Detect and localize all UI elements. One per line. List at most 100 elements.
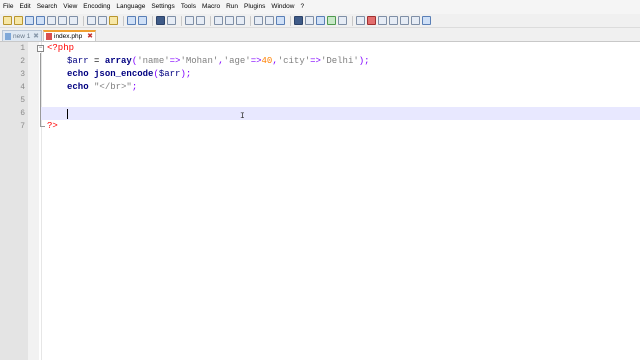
doc-switcher-icon[interactable] — [338, 16, 347, 25]
tab-label: new 1 — [13, 32, 31, 40]
cut-icon[interactable] — [87, 16, 96, 25]
monitoring-icon[interactable] — [327, 16, 336, 25]
menu-view[interactable]: View — [60, 0, 80, 14]
close-file-icon[interactable] — [47, 16, 56, 25]
keyword: echo — [67, 82, 89, 92]
file-icon — [5, 32, 11, 40]
run-macro-multiple-icon[interactable] — [400, 16, 409, 25]
fold-toggle-icon[interactable]: − — [37, 45, 44, 52]
language-icon[interactable] — [276, 16, 285, 25]
indent-guide-icon[interactable] — [265, 16, 274, 25]
line-content: echo "</br>"; — [67, 81, 137, 94]
line-content: $arr = array('name'=>'Mohan','age'=>40,'… — [67, 55, 370, 68]
text-caret — [67, 109, 68, 119]
menu-tools[interactable]: Tools — [178, 0, 199, 14]
semicolon: ; — [131, 82, 138, 92]
string-literal: "</br>" — [94, 82, 132, 92]
macro-icon[interactable] — [356, 16, 365, 25]
open-file-icon[interactable] — [14, 16, 23, 25]
sync-horizontal-icon[interactable] — [225, 16, 234, 25]
tab-new-1[interactable]: new 1 ✖ — [2, 30, 42, 41]
menu-edit[interactable]: Edit — [16, 0, 33, 14]
save-macro-icon[interactable] — [411, 16, 420, 25]
line-number: 1 — [20, 44, 25, 53]
line-number: 5 — [20, 96, 25, 105]
modified-file-icon — [46, 33, 52, 40]
string-literal: 'city' — [277, 56, 311, 66]
number-literal: 40 — [261, 56, 273, 66]
new-file-icon[interactable] — [3, 16, 12, 25]
tab-index-php[interactable]: index.php ✖ — [43, 30, 96, 41]
code-line: 5 — [0, 94, 640, 107]
folder-as-workspace-icon[interactable] — [316, 16, 325, 25]
menu-run[interactable]: Run — [223, 0, 241, 14]
menu-help[interactable]: ? — [297, 0, 307, 14]
arrow-op: => — [169, 56, 181, 66]
sync-vertical-icon[interactable] — [214, 16, 223, 25]
menu-macro[interactable]: Macro — [199, 0, 223, 14]
menu-file[interactable]: File — [0, 0, 16, 14]
string-literal: 'Mohan' — [180, 56, 219, 66]
string-literal: 'age' — [223, 56, 251, 66]
close-all-icon[interactable] — [58, 16, 67, 25]
record-macro-icon[interactable] — [367, 16, 376, 25]
save-icon[interactable] — [25, 16, 34, 25]
paren: ); — [358, 56, 370, 66]
tab-label: index.php — [54, 33, 83, 40]
redo-icon[interactable] — [138, 16, 147, 25]
line-number: 2 — [20, 57, 25, 66]
menu-language[interactable]: Language — [113, 0, 148, 14]
function-list-icon[interactable] — [305, 16, 314, 25]
save-all-icon[interactable] — [36, 16, 45, 25]
paste-icon[interactable] — [109, 16, 118, 25]
function-name: array — [104, 56, 132, 66]
variable: $arr — [158, 69, 181, 79]
code-line: 7 ?> — [0, 120, 640, 133]
string-literal: 'name' — [137, 56, 170, 66]
document-map-icon[interactable] — [294, 16, 303, 25]
php-close-tag: ?> — [47, 121, 58, 131]
menu-settings[interactable]: Settings — [148, 0, 178, 14]
menu-encoding[interactable]: Encoding — [80, 0, 113, 14]
stop-recording-icon[interactable] — [378, 16, 387, 25]
toolbar-separator — [210, 15, 211, 26]
line-content: <?php — [47, 42, 74, 55]
line-number: 3 — [20, 70, 25, 79]
line-number: 6 — [20, 109, 25, 118]
copy-icon[interactable] — [98, 16, 107, 25]
toolbar-separator — [352, 15, 353, 26]
tab-bar: new 1 ✖ index.php ✖ — [0, 29, 640, 42]
word-wrap-icon[interactable] — [236, 16, 245, 25]
string-literal: 'Delhi' — [320, 56, 359, 66]
replace-icon[interactable] — [167, 16, 176, 25]
paren: ); — [180, 69, 192, 79]
close-icon[interactable]: ✖ — [33, 31, 39, 42]
menu-bar: File Edit Search View Encoding Language … — [0, 0, 640, 14]
find-icon[interactable] — [156, 16, 165, 25]
line-number: 7 — [20, 122, 25, 131]
zoom-out-icon[interactable] — [196, 16, 205, 25]
toolbar-separator — [152, 15, 153, 26]
fold-guide-end — [40, 126, 45, 127]
code-line: 6 — [0, 107, 640, 120]
spell-check-icon[interactable] — [422, 16, 431, 25]
play-macro-icon[interactable] — [389, 16, 398, 25]
code-line: 3 echo json_encode($arr); — [0, 68, 640, 81]
mouse-ibeam-cursor-icon: I — [240, 112, 245, 121]
menu-plugins[interactable]: Plugins — [241, 0, 268, 14]
close-icon[interactable]: ✖ — [87, 31, 93, 42]
menu-window[interactable]: Window — [268, 0, 297, 14]
toolbar-separator — [181, 15, 182, 26]
keyword: echo — [67, 69, 89, 79]
assign-op: = — [88, 56, 105, 66]
code-editor[interactable]: 1 <?php 2 $arr = array('name'=>'Mohan','… — [0, 42, 640, 360]
php-open-tag: <?php — [47, 43, 75, 53]
menu-search[interactable]: Search — [34, 0, 61, 14]
function-name: json_encode — [94, 69, 154, 79]
toolbar — [0, 14, 640, 28]
print-icon[interactable] — [69, 16, 78, 25]
toolbar-separator — [123, 15, 124, 26]
zoom-in-icon[interactable] — [185, 16, 194, 25]
undo-icon[interactable] — [127, 16, 136, 25]
show-all-characters-icon[interactable] — [254, 16, 263, 25]
